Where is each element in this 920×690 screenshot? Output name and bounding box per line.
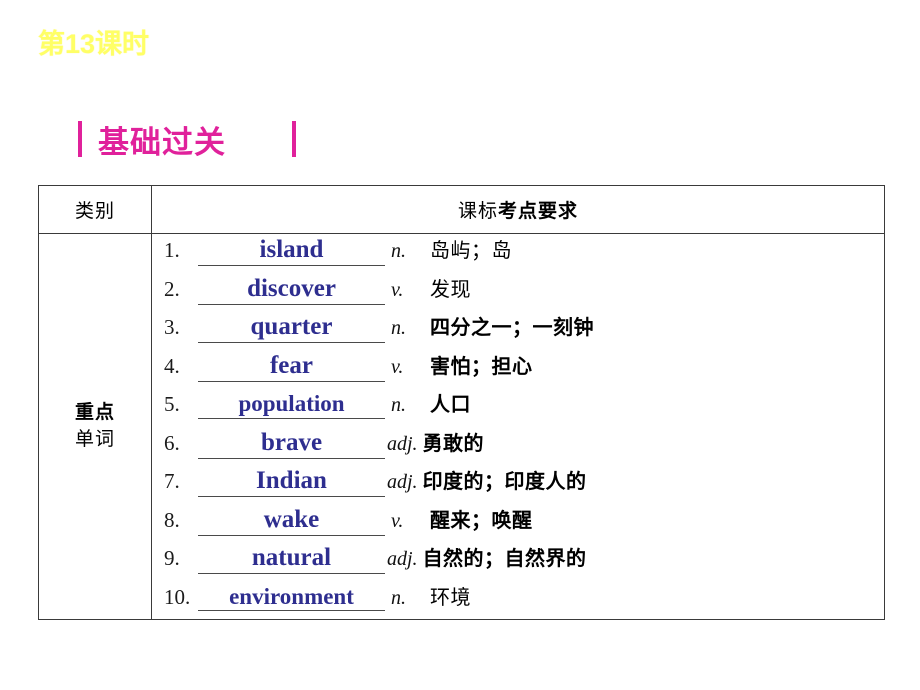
part-of-speech: n. [391, 586, 406, 609]
part-of-speech: n. [391, 240, 406, 262]
word-row: 2. discover v. 发现 [152, 273, 884, 312]
word-meaning: 自然的；自然界的 [422, 548, 587, 570]
lesson-title: 第13课时 [38, 29, 150, 59]
word-answer-blank[interactable]: island [198, 236, 385, 266]
part-of-speech: adj. [387, 471, 418, 493]
word-index: 2. [164, 276, 180, 301]
section-heading: 基础过关 [78, 117, 296, 161]
word-meaning: 四分之一；一刻钟 [430, 317, 594, 339]
word-meaning: 环境 [430, 586, 471, 609]
part-of-speech: n. [391, 317, 406, 339]
word-index: 1. [164, 238, 180, 262]
word-index: 5. [164, 392, 180, 416]
word-index: 9. [164, 546, 180, 570]
word-answer-blank[interactable]: environment [198, 584, 385, 612]
part-of-speech: n. [391, 394, 406, 416]
word-answer-blank[interactable]: brave [198, 429, 385, 459]
part-of-speech: v. [391, 278, 404, 301]
word-list: 1. island n. 岛屿；岛 2. discover v. 发现 3. quarter n. 四… [152, 234, 884, 619]
word-meaning: 勇敢的 [422, 432, 485, 455]
word-answer-blank[interactable]: fear [198, 352, 385, 382]
word-answer-blank[interactable]: wake [198, 506, 385, 536]
word-index: 8. [164, 507, 180, 532]
word-row: 8. wake v. 醒来；唤醒 [152, 504, 884, 543]
word-row: 9. natural adj. 自然的；自然界的 [152, 542, 884, 581]
word-answer-blank[interactable]: natural [198, 544, 385, 574]
word-index: 7. [164, 469, 180, 493]
word-meaning: 醒来；唤醒 [430, 509, 533, 532]
section-heading-label: 基础过关 [98, 124, 226, 160]
word-row: 5. population n. 人口 [152, 388, 884, 427]
table-body-row: 重点 单词 1. island n. 岛屿；岛 2. discover v. 发现 3. quar… [38, 233, 885, 620]
word-answer-blank[interactable]: population [198, 391, 385, 419]
word-answer-blank[interactable]: discover [198, 275, 385, 305]
part-of-speech: v. [391, 355, 404, 378]
table-header-row: 类别 课标考点要求 [38, 185, 885, 234]
header-requirement-strong: 考点要求 [498, 201, 579, 222]
heading-bar-left-decoration [78, 121, 82, 157]
word-meaning: 人口 [430, 394, 471, 416]
word-row: 6. brave adj. 勇敢的 [152, 427, 884, 466]
header-category: 类别 [38, 185, 152, 234]
heading-bar-right-decoration [292, 121, 296, 157]
part-of-speech: v. [391, 509, 404, 532]
word-meaning: 岛屿；岛 [430, 240, 512, 262]
word-list-cell: 1. island n. 岛屿；岛 2. discover v. 发现 3. quarter n. 四… [151, 233, 885, 620]
word-row: 1. island n. 岛屿；岛 [152, 234, 884, 273]
word-meaning: 发现 [430, 278, 471, 301]
word-meaning: 印度的；印度人的 [422, 471, 587, 493]
word-row: 7. Indian adj. 印度的；印度人的 [152, 465, 884, 504]
word-answer-blank[interactable]: Indian [198, 467, 385, 497]
word-row: 10. environment n. 环境 [152, 581, 884, 620]
vocabulary-table: 类别 课标考点要求 重点 单词 1. island n. 岛屿；岛 2. discover… [38, 185, 885, 620]
part-of-speech: adj. [387, 432, 418, 455]
category-cell-key-words: 重点 单词 [38, 233, 152, 620]
part-of-speech: adj. [387, 548, 418, 570]
word-answer-blank[interactable]: quarter [198, 313, 385, 343]
word-meaning: 害怕；担心 [430, 355, 533, 378]
header-requirement: 课标考点要求 [151, 185, 885, 234]
word-row: 4. fear v. 害怕；担心 [152, 350, 884, 389]
word-index: 4. [164, 353, 180, 378]
word-index: 3. [164, 315, 180, 339]
header-requirement-prefix: 课标 [457, 201, 498, 222]
word-row: 3. quarter n. 四分之一；一刻钟 [152, 311, 884, 350]
category-label-line2: 单词 [74, 428, 115, 450]
word-index: 10. [164, 584, 191, 609]
category-label-line1: 重点 [74, 401, 115, 423]
word-index: 6. [164, 430, 180, 455]
